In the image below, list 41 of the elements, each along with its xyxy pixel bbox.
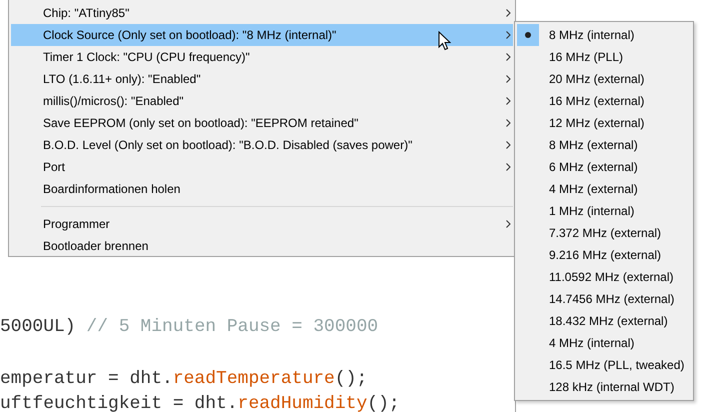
menu-item[interactable]: B.O.D. Level (Only set on bootload): "B.O.D. Disabled (saves power)": [11, 134, 513, 156]
menu-item[interactable]: Timer 1 Clock: "CPU (CPU frequency)": [11, 46, 513, 68]
submenu-item[interactable]: 9.216 MHz (external): [517, 244, 691, 266]
submenu-item[interactable]: 4 MHz (internal): [517, 332, 691, 354]
menu-item[interactable]: Port: [11, 156, 513, 178]
code-line: uftfeuchtigkeit = dht.readHumidity();: [0, 393, 401, 412]
submenu-item[interactable]: 4 MHz (external): [517, 178, 691, 200]
chevron-right-icon: [506, 163, 511, 171]
submenu-item[interactable]: 7.372 MHz (external): [517, 222, 691, 244]
menu-item[interactable]: Bootloader brennen: [11, 235, 513, 257]
submenu-item[interactable]: 6 MHz (external): [517, 156, 691, 178]
menu-item[interactable]: Programmer: [11, 213, 513, 235]
menu-item[interactable]: Clock Source (Only set on bootload): "8 MHz (internal)": [11, 24, 513, 46]
submenu-item[interactable]: 20 MHz (external): [517, 68, 691, 90]
chevron-right-icon: [506, 97, 511, 105]
submenu-item[interactable]: 128 kHz (internal WDT): [517, 376, 691, 398]
code-line: 5000UL) // 5 Minuten Pause = 300000: [0, 316, 380, 339]
submenu-item[interactable]: 16 MHz (external): [517, 90, 691, 112]
submenu-item[interactable]: 8 MHz (external): [517, 134, 691, 156]
submenu-item[interactable]: 1 MHz (internal): [517, 200, 691, 222]
chevron-right-icon: [506, 9, 511, 17]
submenu-item[interactable]: 16.5 MHz (PLL, tweaked): [517, 354, 691, 376]
chevron-right-icon: [506, 220, 511, 228]
submenu-item[interactable]: 8 MHz (internal): [517, 24, 691, 46]
submenu-item[interactable]: 11.0592 MHz (external): [517, 266, 691, 288]
mouse-cursor-icon: [438, 31, 451, 51]
menu-item[interactable]: Save EEPROM (only set on bootload): "EEPROM retained": [11, 112, 513, 134]
submenu-item[interactable]: 16 MHz (PLL): [517, 46, 691, 68]
chevron-right-icon: [506, 75, 511, 83]
chevron-right-icon: [506, 53, 511, 61]
menu-item[interactable]: Chip: "ATtiny85": [11, 2, 513, 24]
chevron-right-icon: [506, 119, 511, 127]
code-line: emperatur = dht.readTemperature();: [0, 368, 368, 391]
submenu-item[interactable]: 12 MHz (external): [517, 112, 691, 134]
chevron-right-icon: [506, 141, 511, 149]
submenu-item[interactable]: 14.7456 MHz (external): [517, 288, 691, 310]
chevron-right-icon: [506, 31, 511, 39]
menu-item[interactable]: Boardinformationen holen: [11, 178, 513, 200]
submenu-item[interactable]: 18.432 MHz (external): [517, 310, 691, 332]
menu-item[interactable]: LTO (1.6.11+ only): "Enabled": [11, 68, 513, 90]
menu-item[interactable]: millis()/micros(): "Enabled": [11, 90, 513, 112]
